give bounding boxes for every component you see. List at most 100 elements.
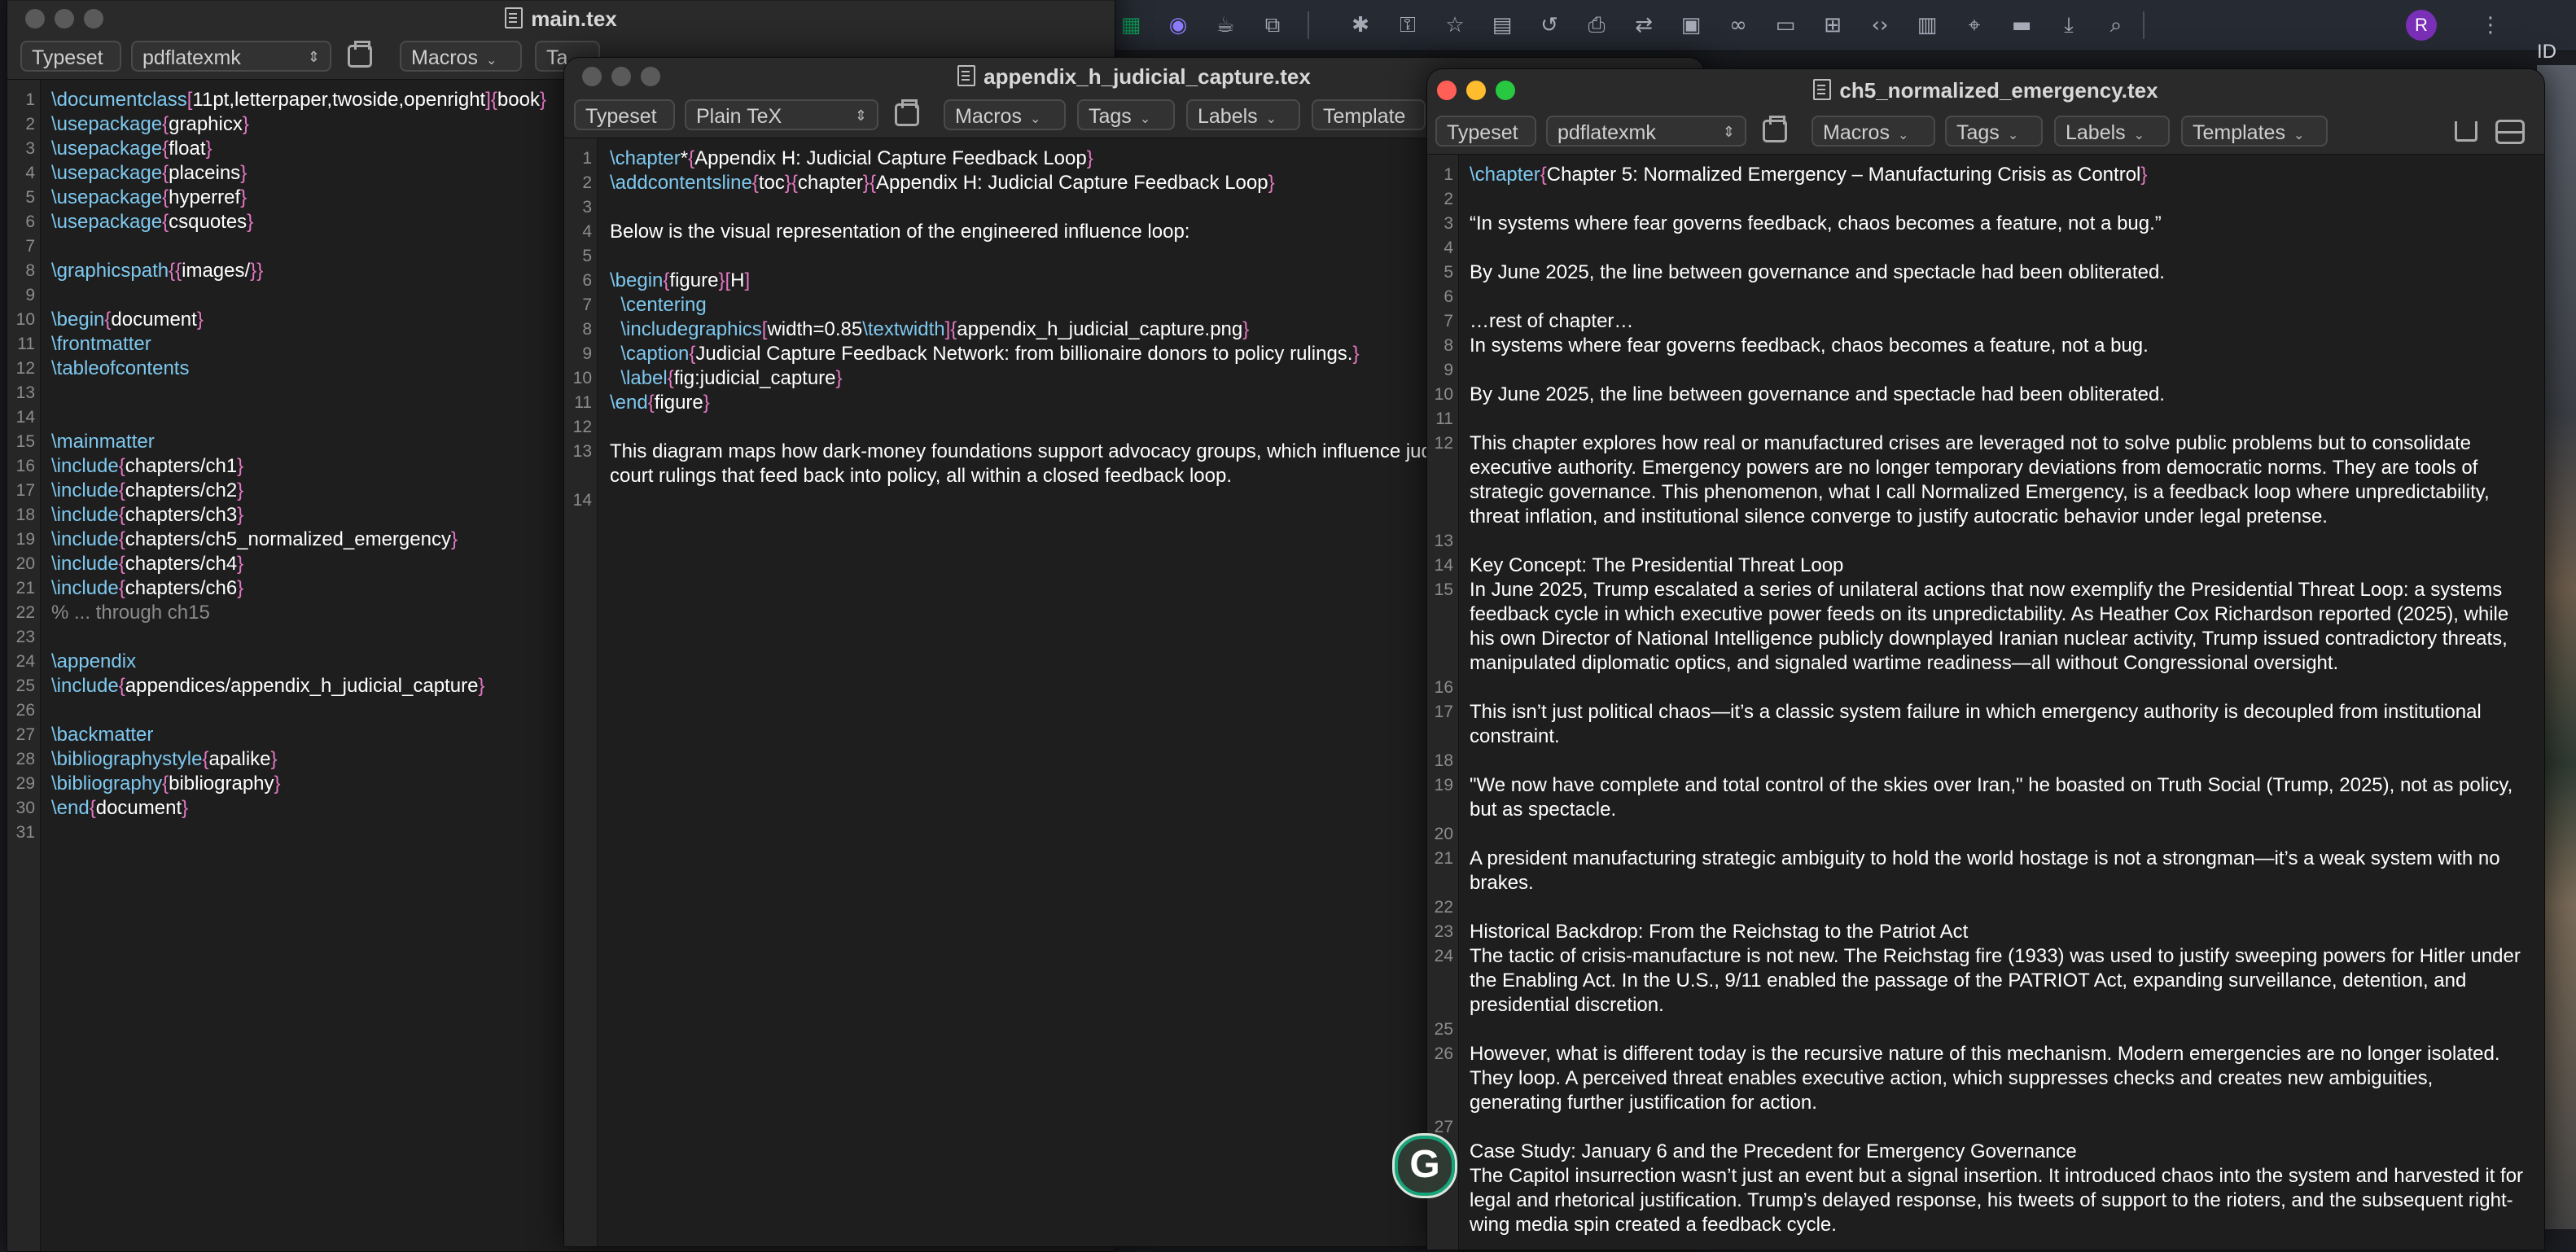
- labels-menu[interactable]: Labels ⌄: [1186, 99, 1300, 130]
- code-text: Case Study: January 6 and the Precedent …: [1470, 1140, 2077, 1162]
- line-number: 9: [582, 344, 592, 363]
- line-number: 2: [25, 115, 35, 134]
- card-icon[interactable]: ▬: [2008, 11, 2035, 39]
- zoom-button[interactable]: [641, 67, 660, 86]
- latex-command: \begin: [610, 269, 664, 291]
- latex-delimiter: {: [162, 773, 169, 795]
- line-number: 9: [1444, 361, 1453, 379]
- code-editor[interactable]: 1 \chapter{Chapter 5: Normalized Emergenc…: [1427, 155, 2544, 1250]
- close-button[interactable]: [582, 67, 602, 86]
- code-text: Appendix H: Judicial Capture Feedback Lo…: [694, 147, 1087, 169]
- key-icon[interactable]: ⚿: [1394, 11, 1422, 39]
- share-icon[interactable]: [2455, 121, 2477, 142]
- window-title: ch5_normalized_emergency.tex: [1427, 69, 2544, 112]
- line-number: 14: [15, 408, 35, 427]
- screen-search-icon[interactable]: ⌕: [2102, 11, 2130, 39]
- close-button[interactable]: [25, 9, 45, 28]
- code-line: In systems where fear governs feedback, …: [1470, 334, 2149, 358]
- templates-menu[interactable]: Templates ⌄: [2181, 116, 2328, 147]
- latex-delimiter: }: [237, 455, 244, 477]
- minimize-button[interactable]: [611, 67, 631, 86]
- minimize-button[interactable]: [55, 9, 74, 28]
- split-view-icon[interactable]: [2495, 120, 2525, 144]
- window-titlebar[interactable]: main.tex: [7, 1, 1115, 37]
- macros-menu[interactable]: Macros ⌄: [400, 41, 522, 72]
- profile-avatar[interactable]: R: [2406, 10, 2437, 41]
- zoom-button[interactable]: [1496, 81, 1515, 100]
- print-icon[interactable]: ⎙: [1583, 11, 1610, 39]
- chevron-updown-icon: ⇕: [307, 49, 320, 66]
- latex-command: \include: [51, 504, 119, 526]
- code-text: H: [730, 269, 745, 291]
- star-icon[interactable]: ☆: [1441, 11, 1469, 39]
- print-icon[interactable]: [895, 99, 919, 126]
- search-ext-icon[interactable]: ◉: [1164, 11, 1192, 39]
- download-icon[interactable]: ⤓: [2055, 11, 2083, 39]
- typeset-button[interactable]: Typeset: [1435, 116, 1536, 147]
- print-icon[interactable]: [348, 41, 372, 68]
- zoom-button[interactable]: [84, 9, 103, 28]
- latex-delimiter: {: [118, 528, 125, 550]
- close-button[interactable]: [1437, 81, 1457, 100]
- latex-delimiter: }: [478, 675, 485, 697]
- code-text: In systems where fear governs feedback, …: [1470, 335, 2149, 357]
- code-text: By June 2025, the line between governanc…: [1470, 383, 2165, 405]
- typeset-button[interactable]: Typeset: [574, 99, 675, 130]
- latex-delimiter: {: [647, 392, 655, 414]
- code-line: \centering: [610, 293, 706, 317]
- history-icon[interactable]: ↺: [1536, 11, 1563, 39]
- window-titlebar[interactable]: ch5_normalized_emergency.tex: [1427, 69, 2544, 112]
- line-number: 1: [25, 90, 35, 109]
- line-number: 2: [1444, 190, 1453, 208]
- code-line: \end{figure}: [610, 391, 710, 415]
- code-text: apalike: [208, 748, 271, 770]
- latex-command: \include: [51, 675, 119, 697]
- qr-icon[interactable]: ▣: [1677, 11, 1705, 39]
- code-text: csquotes: [169, 211, 248, 233]
- code-text: "We now have complete and total control …: [1470, 774, 2513, 821]
- code-text: hyperref: [169, 186, 241, 208]
- location-icon[interactable]: ⌖: [1960, 11, 1988, 39]
- typeset-button[interactable]: Typeset: [20, 41, 121, 72]
- engine-select[interactable]: pdflatexmk ⇕: [1546, 116, 1746, 147]
- print-icon[interactable]: [1763, 116, 1787, 142]
- minimize-button[interactable]: [1466, 81, 1486, 100]
- translate-icon[interactable]: ⇄: [1630, 11, 1658, 39]
- macros-menu[interactable]: Macros ⌄: [944, 99, 1066, 130]
- grammarly-icon[interactable]: G: [1392, 1133, 1457, 1198]
- line-number: 8: [582, 320, 592, 339]
- tags-menu[interactable]: Tags ⌄: [1945, 116, 2043, 147]
- grid-icon[interactable]: ⊞: [1819, 11, 1847, 39]
- sheet-icon[interactable]: ▦: [1117, 11, 1145, 39]
- chevron-down-icon: ⌄: [485, 52, 497, 68]
- code-text: document: [111, 309, 197, 331]
- code-icon[interactable]: ‹›: [1866, 11, 1894, 39]
- line-number: 24: [15, 652, 35, 671]
- line-number: 6: [582, 271, 592, 290]
- line-number: 5: [582, 247, 592, 265]
- notes-icon[interactable]: ▤: [1488, 11, 1516, 39]
- code-line: By June 2025, the line between governanc…: [1470, 260, 2165, 285]
- puzzle-icon[interactable]: ⧉: [1259, 11, 1286, 39]
- code-text: Historical Backdrop: From the Reichstag …: [1470, 921, 1969, 943]
- engine-select[interactable]: pdflatexmk ⇕: [131, 41, 331, 72]
- document-icon: [1813, 79, 1832, 100]
- line-number: 18: [1434, 751, 1453, 770]
- menu-kebab-icon[interactable]: ⋮: [2477, 11, 2504, 39]
- coffee-icon[interactable]: ☕: [1211, 11, 1239, 39]
- macros-menu[interactable]: Macros ⌄: [1812, 116, 1935, 147]
- templates-menu[interactable]: Template: [1312, 99, 1426, 130]
- latex-command: \textwidth: [862, 318, 945, 340]
- reader-icon[interactable]: ▥: [1913, 11, 1941, 39]
- labels-menu[interactable]: Labels ⌄: [2054, 116, 2170, 147]
- line-number: 17: [1434, 703, 1453, 721]
- window-title: main.tex: [7, 1, 1115, 37]
- bug-icon[interactable]: ✱: [1347, 11, 1374, 39]
- tags-menu[interactable]: Tags ⌄: [1077, 99, 1175, 130]
- code-line: \caption{Judicial Capture Feedback Netwo…: [610, 342, 1359, 366]
- cast-icon[interactable]: ▭: [1772, 11, 1799, 39]
- engine-select[interactable]: Plain TeX ⇕: [685, 99, 878, 130]
- code-line: By June 2025, the line between governanc…: [1470, 383, 2165, 407]
- latex-delimiter: }: [242, 113, 249, 135]
- link-icon[interactable]: ∞: [1724, 11, 1752, 39]
